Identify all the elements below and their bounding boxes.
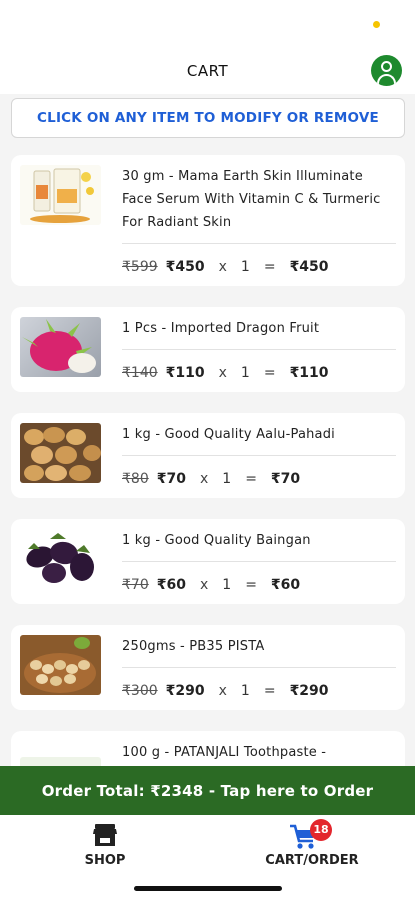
product-name: 1 Pcs - Imported Dragon Fruit [122,321,320,336]
product-image [20,635,101,695]
page-title: CART [186,62,229,80]
line-total: ₹70 [270,471,301,487]
order-total-label: Order Total: ₹2348 - Tap here to Order [41,781,374,800]
line-total: ₹450 [289,259,329,275]
mrp: ₹80 [122,471,149,487]
cart-item[interactable]: 100 g - PATANJALI Toothpaste - [11,731,405,767]
quantity: 1 [222,471,232,487]
price-row: ₹70 ₹60 x 1 = ₹60 [122,577,301,593]
line-total: ₹290 [289,683,329,699]
mrp: ₹140 [122,365,158,381]
product-name: 1 kg - Good Quality Baingan [122,533,311,548]
product-image [20,165,101,225]
price-row: ₹300 ₹290 x 1 = ₹290 [122,683,329,699]
divider [122,349,396,350]
user-icon [381,61,392,72]
price-row: ₹599 ₹450 x 1 = ₹450 [122,259,329,275]
profile-button[interactable] [371,55,402,86]
cart-item[interactable]: 250gms - PB35 PISTA ₹300 ₹290 x 1 = ₹290 [11,625,405,710]
modify-notice: CLICK ON ANY ITEM TO MODIFY OR REMOVE [11,98,405,138]
divider [122,667,396,668]
store-icon [90,821,120,849]
status-bar [0,0,415,50]
divider [122,561,396,562]
line-total: ₹110 [289,365,329,381]
price: ₹110 [165,365,205,381]
product-name: 1 kg - Good Quality Aalu-Pahadi [122,427,335,442]
tab-cart-order[interactable]: 18 CART/ORDER [247,819,377,868]
mrp: ₹70 [122,577,149,593]
quantity: 1 [222,577,232,593]
order-total-button[interactable]: Order Total: ₹2348 - Tap here to Order [0,766,415,815]
price-row: ₹140 ₹110 x 1 = ₹110 [122,365,329,381]
header: CART [0,50,415,94]
cart-icon: 18 [289,819,335,849]
product-name: 30 gm - Mama Earth Skin Illuminate Face … [122,169,381,230]
tab-shop-label: SHOP [84,853,126,868]
mrp: ₹599 [122,259,158,275]
cart-count-badge: 18 [310,819,332,841]
price-row: ₹80 ₹70 x 1 = ₹70 [122,471,301,487]
quantity: 1 [240,683,250,699]
price: ₹290 [165,683,205,699]
product-image [20,529,101,589]
cart-item[interactable]: 1 Pcs - Imported Dragon Fruit ₹140 ₹110 … [11,307,405,392]
price: ₹70 [156,471,186,487]
divider [122,455,396,456]
status-indicator-dot [373,21,380,28]
mrp: ₹300 [122,683,158,699]
notice-text: CLICK ON ANY ITEM TO MODIFY OR REMOVE [37,110,379,126]
cart-item[interactable]: 30 gm - Mama Earth Skin Illuminate Face … [11,155,405,286]
price: ₹60 [156,577,186,593]
line-total: ₹60 [270,577,301,593]
product-name: 250gms - PB35 PISTA [122,639,265,654]
cart-item[interactable]: 1 kg - Good Quality Baingan ₹70 ₹60 x 1 … [11,519,405,604]
quantity: 1 [240,259,250,275]
product-image [20,423,101,483]
product-image [20,317,101,377]
cart-item[interactable]: 1 kg - Good Quality Aalu-Pahadi ₹80 ₹70 … [11,413,405,498]
price: ₹450 [165,259,205,275]
divider [122,243,396,244]
tab-cart-label: CART/ORDER [265,853,359,868]
product-name: 100 g - PATANJALI Toothpaste - [122,745,327,760]
quantity: 1 [240,365,250,381]
cart-list[interactable]: 30 gm - Mama Earth Skin Illuminate Face … [0,155,415,767]
tab-shop[interactable]: SHOP [62,821,148,868]
home-indicator [134,886,282,891]
